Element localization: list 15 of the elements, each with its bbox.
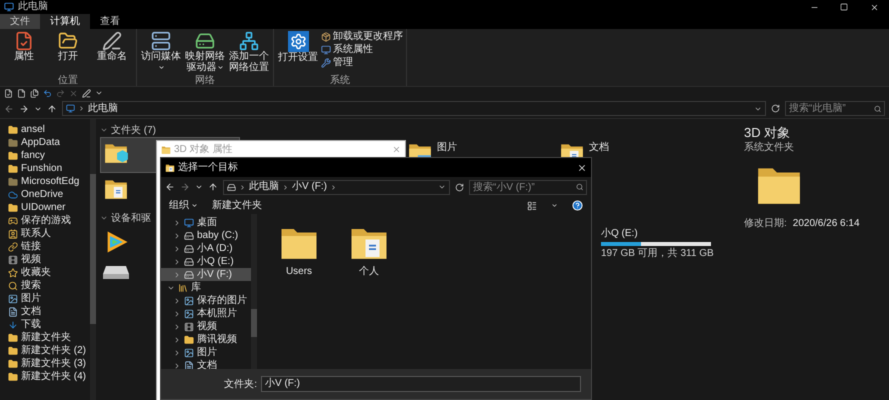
details-title: 3D 对象 (744, 125, 792, 141)
modified-date: 2020/6/26 6:14 (792, 217, 860, 231)
section-header: 文件夹 (7) (111, 124, 156, 138)
dialog-title: 3D 对象 属性 (174, 142, 232, 157)
group-label: 系统 (329, 75, 351, 86)
section-header: 设备和驱 (111, 212, 151, 226)
free-space-text: 197 GB 可用，共 311 GB (601, 248, 715, 260)
group-label: 网络 (194, 75, 216, 86)
drive-label: 小Q (E:) (601, 228, 639, 240)
dialog-title: 选择一个目标 (178, 160, 238, 175)
field-label: 文件夹: (224, 378, 257, 392)
modified-label: 修改日期: (744, 216, 787, 231)
details-subtitle: 系统文件夹 (744, 141, 795, 154)
group-label: 位置 (57, 75, 79, 86)
window-title: 此电脑 (18, 1, 48, 13)
